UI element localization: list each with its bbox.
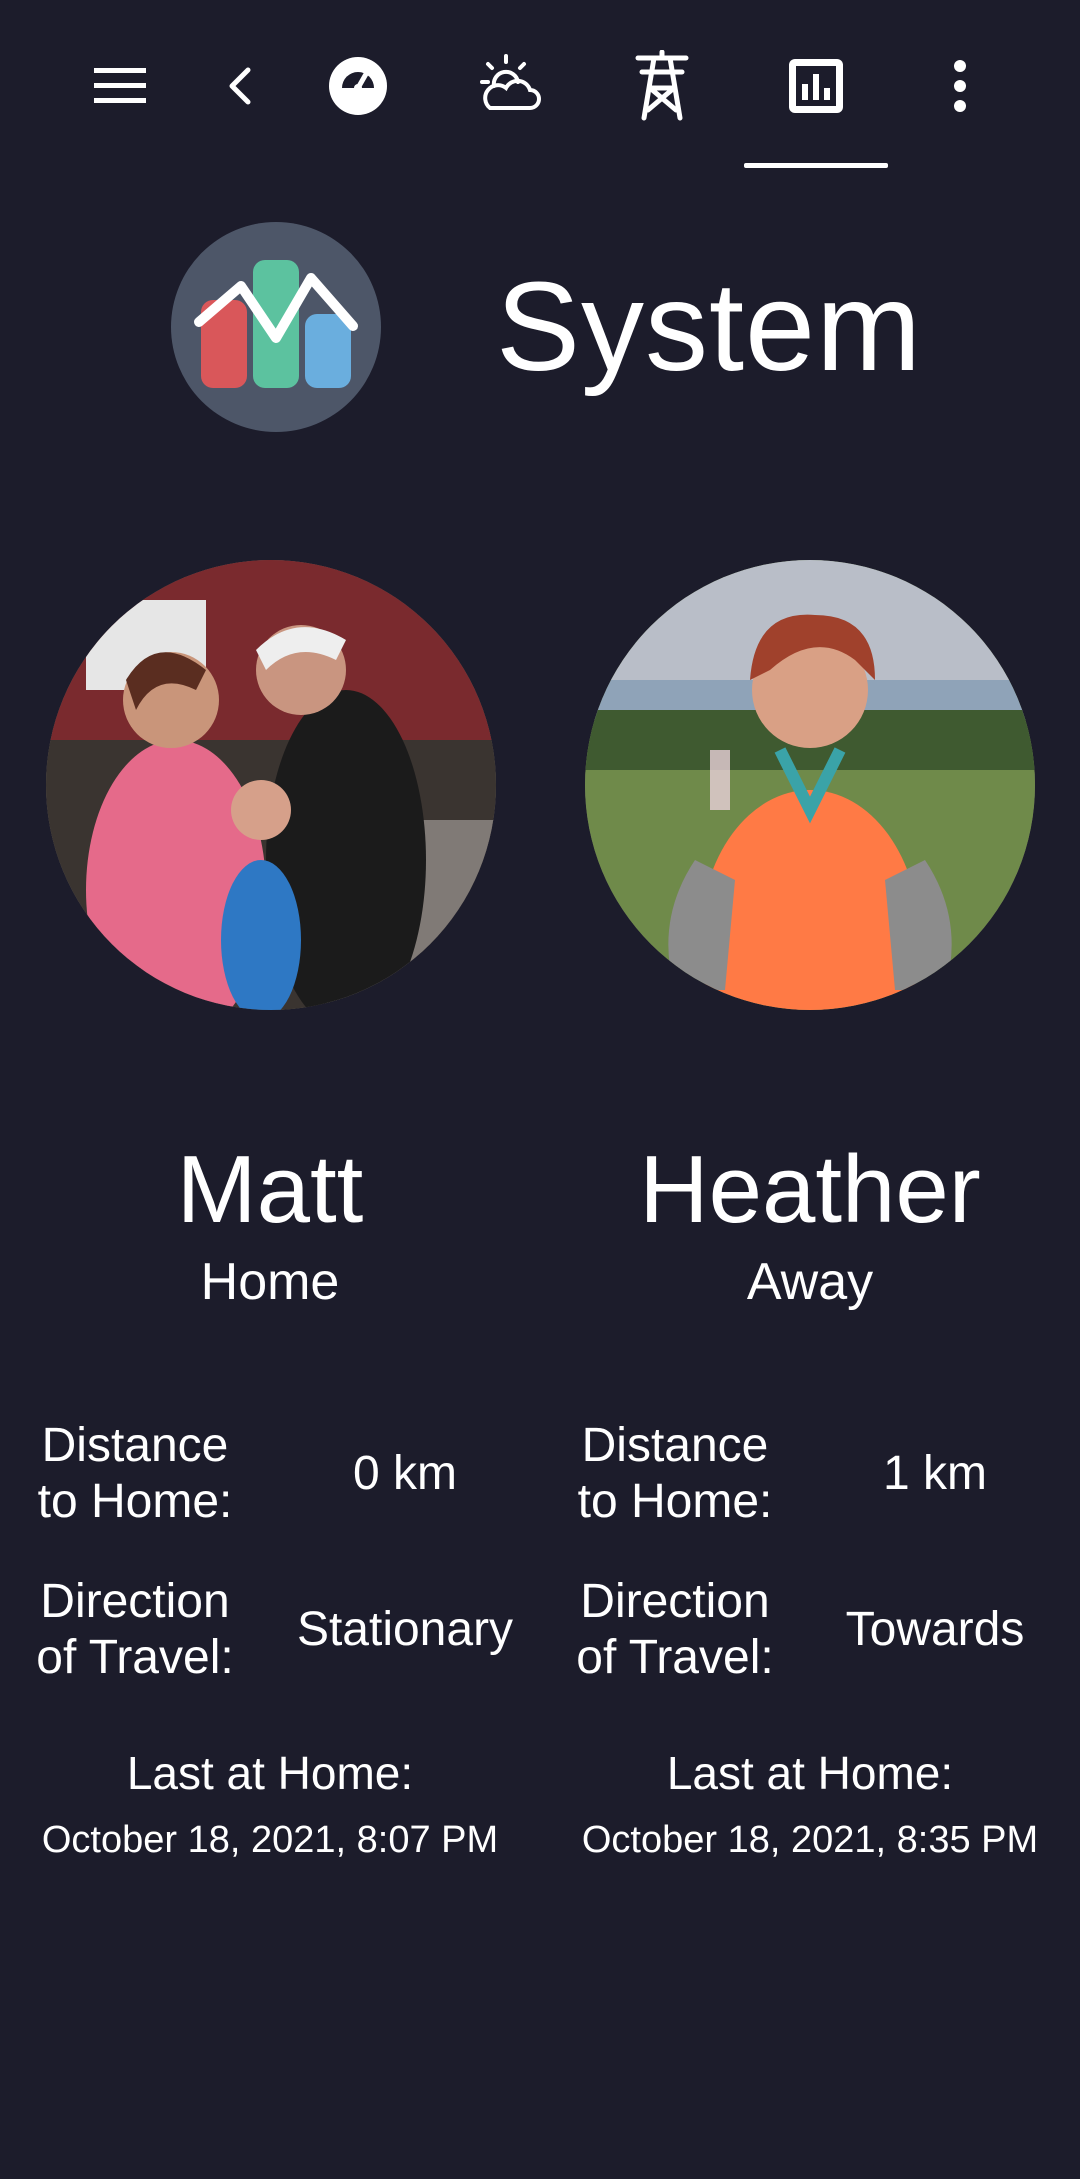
distance-label-line1: Distance — [581, 1419, 769, 1472]
power-tower-icon[interactable] — [626, 50, 698, 122]
person-status: Away — [746, 1253, 874, 1311]
gauge-icon[interactable] — [322, 50, 394, 122]
direction-label-line1: Direction — [40, 1575, 230, 1628]
last-home-value: October 18, 2021, 8:07 PM — [41, 1819, 499, 1861]
weather-icon[interactable] — [474, 50, 546, 122]
more-vertical-icon[interactable] — [924, 50, 996, 122]
system-logo — [171, 222, 381, 432]
direction-label: Direction of Travel: — [10, 1574, 260, 1686]
person-name: Heather — [639, 1136, 981, 1243]
distance-label-line1: Distance — [41, 1419, 229, 1472]
distance-label-line2: to Home: — [577, 1475, 773, 1528]
direction-label-line2: of Travel: — [576, 1631, 774, 1684]
direction-label: Direction of Travel: — [550, 1574, 800, 1686]
direction-label-line2: of Travel: — [36, 1631, 234, 1684]
person-card-matt[interactable]: Matt Home Distance to Home: 0 km Directi… — [0, 560, 540, 1880]
top-toolbar — [0, 0, 1080, 170]
page-title: System — [496, 256, 923, 397]
distance-label-line2: to Home: — [37, 1475, 233, 1528]
person-status: Home — [200, 1253, 340, 1311]
chart-icon[interactable] — [780, 50, 852, 122]
direction-label-line1: Direction — [580, 1575, 770, 1628]
last-home-label: Last at Home: — [666, 1747, 954, 1799]
distance-value: 1 km — [882, 1447, 987, 1500]
last-home-value: October 18, 2021, 8:35 PM — [581, 1819, 1039, 1861]
distance-label: Distance to Home: — [10, 1418, 260, 1530]
person-card-heather[interactable]: Heather Away Distance to Home: 1 km Dire… — [540, 560, 1080, 1880]
back-icon[interactable] — [204, 50, 276, 122]
active-tab-indicator — [744, 163, 888, 168]
menu-icon[interactable] — [84, 50, 156, 122]
direction-value: Stationary — [296, 1603, 514, 1656]
avatar — [46, 560, 496, 1010]
page-header: System — [0, 222, 1080, 434]
avatar — [585, 560, 1035, 1010]
distance-value: 0 km — [352, 1447, 457, 1500]
direction-value: Towards — [845, 1603, 1025, 1656]
person-name: Matt — [176, 1136, 364, 1243]
last-home-label: Last at Home: — [126, 1747, 414, 1799]
distance-label: Distance to Home: — [550, 1418, 800, 1530]
